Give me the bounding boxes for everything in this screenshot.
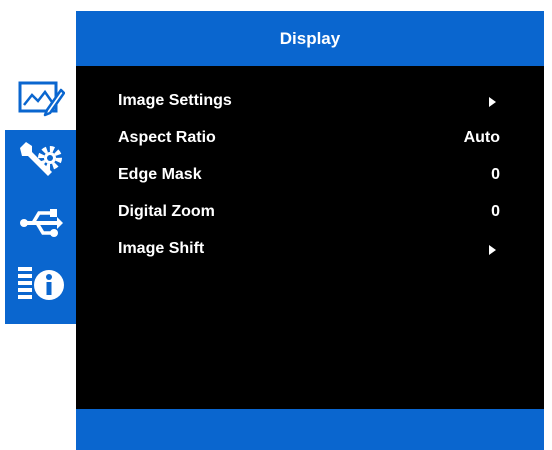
- usb-icon: [17, 203, 65, 243]
- panel-header: Display: [76, 11, 544, 66]
- menu-item-value: 0: [491, 203, 500, 220]
- menu-item-value: 0: [491, 166, 500, 183]
- panel-footer: [76, 409, 544, 450]
- tab-information[interactable]: [5, 254, 76, 316]
- osd-panel: Display Image Settings Aspect Ratio Auto…: [76, 11, 544, 450]
- menu-item-label: Image Settings: [118, 92, 232, 109]
- info-icon: [15, 262, 67, 308]
- menu-item-label: Aspect Ratio: [118, 129, 216, 146]
- menu-item-label: Digital Zoom: [118, 203, 215, 220]
- menu-item-label: Edge Mask: [118, 166, 202, 183]
- menu-tab-strip: [5, 68, 76, 324]
- display-menu: Image Settings Aspect Ratio Auto Edge Ma…: [76, 84, 544, 269]
- menu-item-digital-zoom[interactable]: Digital Zoom 0: [76, 195, 544, 232]
- tab-display[interactable]: [5, 68, 76, 130]
- menu-item-aspect-ratio[interactable]: Aspect Ratio Auto: [76, 121, 544, 158]
- tab-connectivity[interactable]: [5, 192, 76, 254]
- display-image-pencil-icon: [17, 80, 65, 118]
- submenu-arrow-icon: [489, 245, 496, 255]
- wrench-gear-icon: [16, 140, 66, 182]
- menu-item-value: Auto: [463, 129, 500, 146]
- tab-setup[interactable]: [5, 130, 76, 192]
- menu-item-image-settings[interactable]: Image Settings: [76, 84, 544, 121]
- page-title: Display: [279, 28, 341, 48]
- menu-item-edge-mask[interactable]: Edge Mask 0: [76, 158, 544, 195]
- menu-item-label: Image Shift: [118, 240, 205, 257]
- menu-item-image-shift[interactable]: Image Shift: [76, 232, 544, 269]
- submenu-arrow-icon: [489, 97, 496, 107]
